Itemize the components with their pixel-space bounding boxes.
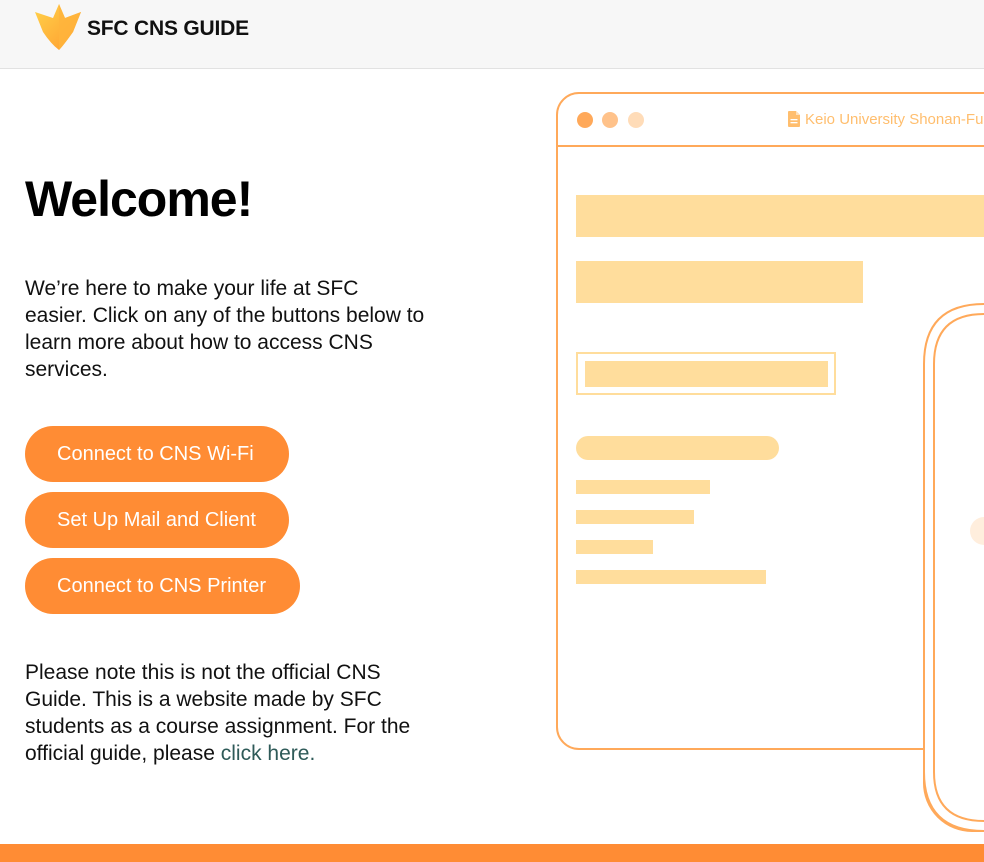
disclaimer-text: Please note this is not the official CNS…	[25, 661, 411, 765]
browser-window-frame	[556, 92, 984, 750]
shield-flame-logo-icon[interactable]	[33, 2, 83, 52]
placeholder-bar-medium	[576, 261, 863, 303]
intro-text: We’re here to make your life at SFC easi…	[25, 277, 425, 381]
placeholder-input-fill	[585, 361, 828, 387]
placeholder-input-frame	[576, 352, 836, 395]
phone-outer-frame	[923, 302, 984, 832]
placeholder-line-2	[576, 510, 694, 524]
document-icon	[788, 111, 800, 127]
placeholder-bar-wide	[576, 195, 984, 237]
placeholder-line-1	[576, 480, 710, 494]
window-dot-minimize-icon	[602, 112, 618, 128]
placeholder-pill	[576, 436, 779, 460]
placeholder-line-3	[576, 540, 653, 554]
placeholder-line-4	[576, 570, 766, 584]
disclaimer-note: Please note this is not the official CNS…	[25, 659, 435, 767]
official-guide-link[interactable]: click here.	[221, 742, 316, 765]
footer-bar	[0, 844, 984, 862]
phone-button-icon	[970, 517, 984, 545]
page-title: Welcome!	[25, 171, 253, 227]
connect-printer-button[interactable]: Connect to CNS Printer	[25, 558, 300, 614]
phone-front-outer	[923, 303, 984, 832]
connect-wifi-button[interactable]: Connect to CNS Wi-Fi	[25, 426, 289, 482]
phone-front-inner	[933, 313, 984, 822]
window-dot-close-icon	[577, 112, 593, 128]
browser-url-text: Keio University Shonan-Fu	[805, 111, 984, 128]
site-header: SFC CNS GUIDE	[0, 0, 984, 69]
setup-mail-button[interactable]: Set Up Mail and Client	[25, 492, 289, 548]
window-dot-maximize-icon	[628, 112, 644, 128]
site-title[interactable]: SFC CNS GUIDE	[87, 17, 249, 41]
